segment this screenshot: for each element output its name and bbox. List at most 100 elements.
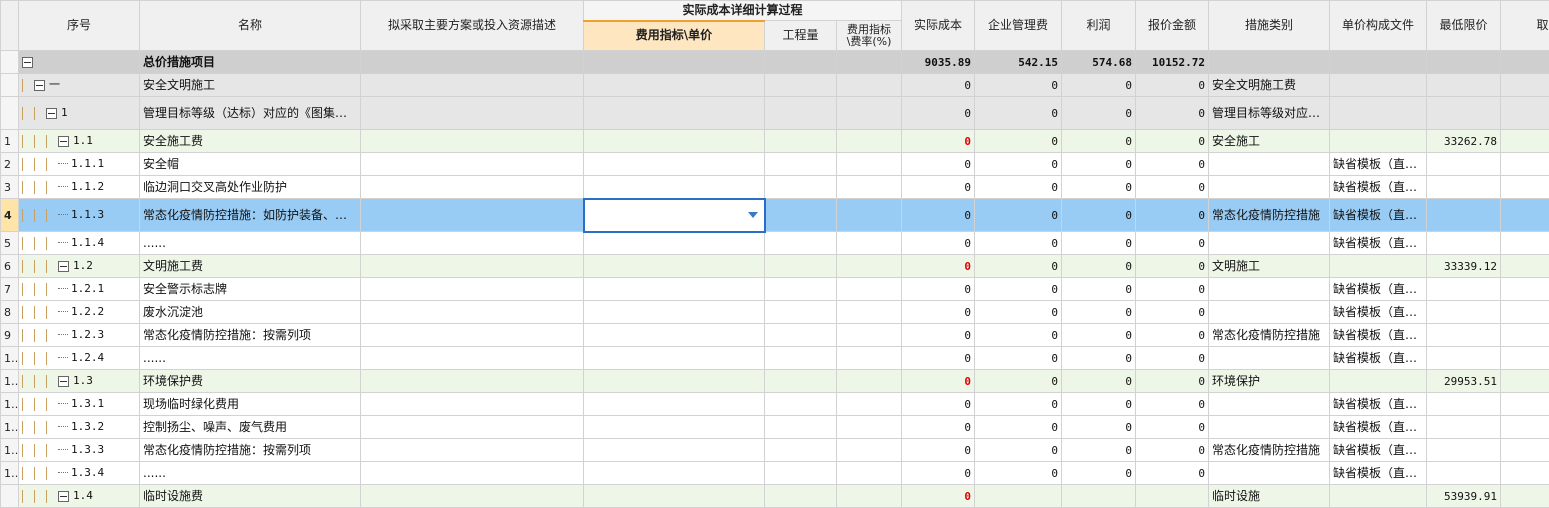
row-number[interactable]: 9: [1, 324, 19, 347]
name-cell[interactable]: 常态化疫情防控措施：按需列项: [140, 324, 361, 347]
scheme-cell[interactable]: [361, 199, 584, 232]
scheme-cell[interactable]: [361, 278, 584, 301]
name-cell[interactable]: ......: [140, 462, 361, 485]
mgmt-fee-cell[interactable]: 0: [975, 74, 1062, 97]
mgmt-fee-cell[interactable]: 0: [975, 439, 1062, 462]
row-number[interactable]: 8: [1, 301, 19, 324]
row-number[interactable]: [1, 51, 19, 74]
quantity-cell[interactable]: [765, 416, 837, 439]
row-number[interactable]: 4: [1, 199, 19, 232]
quantity-cell[interactable]: [765, 485, 837, 508]
profit-cell[interactable]: 0: [1062, 416, 1136, 439]
quantity-cell[interactable]: [765, 176, 837, 199]
actual-cost-cell[interactable]: 0: [902, 347, 975, 370]
quote-cell[interactable]: 0: [1136, 393, 1209, 416]
quote-cell[interactable]: 0: [1136, 199, 1209, 232]
row-number[interactable]: 5: [1, 232, 19, 255]
row-number-header[interactable]: [1, 1, 19, 51]
scheme-cell[interactable]: [361, 255, 584, 278]
unit-price-doc-cell[interactable]: 缺省模板（直…: [1330, 393, 1427, 416]
table-row[interactable]: 141.3.3常态化疫情防控措施：按需列项0000常态化疫情防控措施缺省模板（直…: [1, 439, 1549, 462]
profit-cell[interactable]: 0: [1062, 97, 1136, 130]
fee-index-cell[interactable]: [584, 176, 765, 199]
unit-price-doc-cell[interactable]: 缺省模板（直…: [1330, 324, 1427, 347]
scheme-cell[interactable]: [361, 324, 584, 347]
min-limit-cell[interactable]: [1427, 199, 1501, 232]
fee-index-cell[interactable]: [584, 416, 765, 439]
quote-cell[interactable]: 0: [1136, 97, 1209, 130]
measure-type-cell[interactable]: [1209, 232, 1330, 255]
col-header-fee-index[interactable]: 费用指标\单价: [584, 21, 765, 51]
row-number[interactable]: 3: [1, 176, 19, 199]
fee-rate-cell[interactable]: [837, 51, 902, 74]
profit-cell[interactable]: 0: [1062, 324, 1136, 347]
mgmt-fee-cell[interactable]: 0: [975, 324, 1062, 347]
row-number[interactable]: 11: [1, 370, 19, 393]
fee-special-cell[interactable]: [1501, 51, 1549, 74]
quantity-cell[interactable]: [765, 370, 837, 393]
fee-special-cell[interactable]: [1501, 232, 1549, 255]
quote-cell[interactable]: 0: [1136, 462, 1209, 485]
min-limit-cell[interactable]: [1427, 301, 1501, 324]
actual-cost-cell[interactable]: 0: [902, 485, 975, 508]
fee-special-cell[interactable]: [1501, 301, 1549, 324]
fee-index-cell[interactable]: [584, 370, 765, 393]
measure-type-cell[interactable]: [1209, 278, 1330, 301]
actual-cost-cell[interactable]: 0: [902, 462, 975, 485]
fee-rate-cell[interactable]: [837, 278, 902, 301]
quantity-cell[interactable]: [765, 232, 837, 255]
unit-price-doc-cell[interactable]: 缺省模板（直…: [1330, 439, 1427, 462]
measure-type-cell[interactable]: 文明施工: [1209, 255, 1330, 278]
col-header-quantity[interactable]: 工程量: [765, 21, 837, 51]
quantity-cell[interactable]: [765, 153, 837, 176]
actual-cost-cell[interactable]: 0: [902, 278, 975, 301]
quote-cell[interactable]: 0: [1136, 232, 1209, 255]
measure-type-cell[interactable]: 管理目标等级对应的《图集》标准内项…: [1209, 97, 1330, 130]
table-row[interactable]: 101.2.4......0000缺省模板（直…: [1, 347, 1549, 370]
name-cell[interactable]: 安全施工费: [140, 130, 361, 153]
quote-cell[interactable]: 0: [1136, 130, 1209, 153]
profit-cell[interactable]: 0: [1062, 199, 1136, 232]
profit-cell[interactable]: 0: [1062, 278, 1136, 301]
actual-cost-cell[interactable]: 0: [902, 324, 975, 347]
collapse-toggle-icon[interactable]: [22, 57, 33, 68]
collapse-toggle-icon[interactable]: [58, 136, 69, 147]
profit-cell[interactable]: 0: [1062, 301, 1136, 324]
table-row[interactable]: 151.3.4......0000缺省模板（直…: [1, 462, 1549, 485]
fee-index-cell[interactable]: [584, 199, 765, 232]
actual-cost-cell[interactable]: 0: [902, 97, 975, 130]
scheme-cell[interactable]: [361, 462, 584, 485]
fee-rate-cell[interactable]: [837, 439, 902, 462]
measure-type-cell[interactable]: [1209, 51, 1330, 74]
table-row[interactable]: 51.1.4......0000缺省模板（直…: [1, 232, 1549, 255]
fee-index-cell[interactable]: [584, 278, 765, 301]
scheme-cell[interactable]: [361, 439, 584, 462]
quote-cell[interactable]: 0: [1136, 370, 1209, 393]
quote-cell[interactable]: 10152.72: [1136, 51, 1209, 74]
fee-special-cell[interactable]: [1501, 176, 1549, 199]
fee-index-cell[interactable]: [584, 324, 765, 347]
mgmt-fee-cell[interactable]: 0: [975, 370, 1062, 393]
min-limit-cell[interactable]: 29953.51: [1427, 370, 1501, 393]
profit-cell[interactable]: 0: [1062, 153, 1136, 176]
measure-type-cell[interactable]: 安全文明施工费: [1209, 74, 1330, 97]
min-limit-cell[interactable]: [1427, 324, 1501, 347]
mgmt-fee-cell[interactable]: 0: [975, 153, 1062, 176]
measure-type-cell[interactable]: 临时设施: [1209, 485, 1330, 508]
name-cell[interactable]: 现场临时绿化费用: [140, 393, 361, 416]
scheme-cell[interactable]: [361, 393, 584, 416]
mgmt-fee-cell[interactable]: 0: [975, 199, 1062, 232]
unit-price-doc-cell[interactable]: [1330, 255, 1427, 278]
fee-index-cell[interactable]: [584, 130, 765, 153]
profit-cell[interactable]: 0: [1062, 255, 1136, 278]
scheme-cell[interactable]: [361, 347, 584, 370]
measure-type-cell[interactable]: [1209, 153, 1330, 176]
min-limit-cell[interactable]: [1427, 74, 1501, 97]
min-limit-cell[interactable]: [1427, 393, 1501, 416]
unit-price-doc-cell[interactable]: 缺省模板（直…: [1330, 232, 1427, 255]
min-limit-cell[interactable]: [1427, 278, 1501, 301]
profit-cell[interactable]: 0: [1062, 347, 1136, 370]
quote-cell[interactable]: 0: [1136, 74, 1209, 97]
quote-cell[interactable]: 0: [1136, 416, 1209, 439]
actual-cost-cell[interactable]: 0: [902, 74, 975, 97]
